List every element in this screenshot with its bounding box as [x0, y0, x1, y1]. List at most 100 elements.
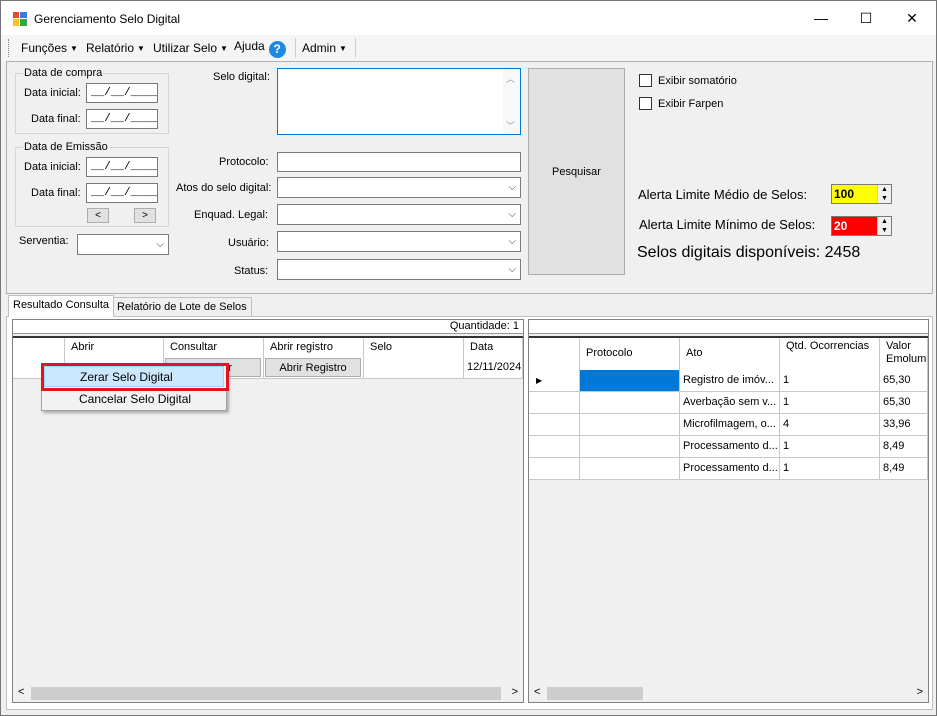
- cell-ato[interactable]: Processamento d...: [680, 458, 780, 480]
- date-compra-inicial[interactable]: __/__/____: [86, 83, 158, 103]
- col-header-consultar[interactable]: Consultar: [164, 338, 264, 357]
- label-selo-digital: Selo digital:: [213, 71, 270, 83]
- alerta-minimo-spinner[interactable]: 20 ▲ ▼: [831, 216, 892, 236]
- row-header[interactable]: ▶: [529, 370, 580, 392]
- row-header[interactable]: [529, 436, 580, 458]
- tab-relatorio-lote[interactable]: Relatório de Lote de Selos: [112, 297, 252, 317]
- menu-ajuda[interactable]: Ajuda?: [234, 39, 286, 58]
- date-compra-final[interactable]: __/__/____: [86, 109, 158, 129]
- enquad-combo[interactable]: ⌵: [277, 204, 521, 225]
- scroll-thumb[interactable]: [31, 687, 501, 700]
- label-data-inicial: Data inicial:: [24, 87, 81, 99]
- label-usuario: Usuário:: [228, 237, 269, 249]
- date-emissao-inicial[interactable]: __/__/____: [86, 157, 158, 177]
- cell-qtd[interactable]: 1: [780, 370, 880, 392]
- right-hscrollbar[interactable]: < >: [529, 685, 928, 702]
- status-combo[interactable]: ⌵: [277, 259, 521, 280]
- exibir-somatorio-checkbox[interactable]: [639, 74, 652, 87]
- date-emissao-final[interactable]: __/__/____: [86, 183, 158, 203]
- chevron-down-icon[interactable]: ﹀: [506, 119, 515, 132]
- label-serventia: Serventia:: [19, 235, 69, 247]
- protocolo-input[interactable]: [277, 152, 521, 172]
- left-hscrollbar[interactable]: < >: [13, 685, 523, 702]
- pesquisar-button[interactable]: Pesquisar: [528, 68, 625, 275]
- col-header-abrir-registro[interactable]: Abrir registro: [264, 338, 364, 357]
- scroll-right-icon[interactable]: >: [917, 686, 923, 698]
- cell-qtd[interactable]: 1: [780, 458, 880, 480]
- selo-digital-textarea[interactable]: ︿ ﹀: [277, 68, 521, 135]
- label-alerta-medio: Alerta Limite Médio de Selos:: [638, 187, 808, 202]
- menu-utilizar-selo[interactable]: Utilizar Selo ▼: [153, 41, 228, 55]
- row-header[interactable]: [529, 392, 580, 414]
- cell-ato[interactable]: Registro de imóv...: [680, 370, 780, 392]
- col-header-valor[interactable]: Valor Emolume: [880, 338, 928, 370]
- chevron-down-icon: ⌵: [508, 182, 516, 193]
- cell-qtd[interactable]: 1: [780, 436, 880, 458]
- scroll-thumb[interactable]: [547, 687, 643, 700]
- menu-admin[interactable]: Admin ▼: [302, 41, 347, 55]
- cell-protocolo[interactable]: [580, 392, 680, 414]
- row-header[interactable]: [529, 414, 580, 436]
- cell-abrir-registro[interactable]: Abrir Registro: [264, 357, 364, 379]
- cell-valor[interactable]: 8,49: [880, 436, 928, 458]
- label-enquad: Enquad. Legal:: [194, 209, 269, 221]
- col-header-selo[interactable]: Selo: [364, 338, 464, 357]
- col-header-data[interactable]: Data: [464, 338, 523, 357]
- cell-qtd[interactable]: 1: [780, 392, 880, 414]
- cell-valor[interactable]: 65,30: [880, 370, 928, 392]
- cell-ato[interactable]: Averbação sem v...: [680, 392, 780, 414]
- cell-protocolo[interactable]: [580, 458, 680, 480]
- menu-separator: [355, 38, 356, 58]
- cell-protocolo[interactable]: [580, 370, 680, 392]
- cell-ato[interactable]: Processamento d...: [680, 436, 780, 458]
- close-button[interactable]: ✕: [889, 1, 935, 35]
- scroll-left-icon[interactable]: <: [18, 686, 24, 698]
- prev-button[interactable]: <: [87, 208, 109, 223]
- abrir-registro-button[interactable]: Abrir Registro: [265, 358, 361, 377]
- menu-relatorio[interactable]: Relatório ▼: [86, 41, 145, 55]
- label-exibir-somatorio: Exibir somatório: [658, 75, 737, 87]
- scroll-right-icon[interactable]: >: [512, 686, 518, 698]
- highlight-box: [41, 363, 229, 391]
- textarea-scrollbar[interactable]: ︿ ﹀: [503, 69, 520, 134]
- cell-data[interactable]: 12/11/2024: [464, 357, 523, 379]
- cell-protocolo[interactable]: [580, 414, 680, 436]
- col-header-ato[interactable]: Ato: [680, 338, 780, 370]
- chevron-down-icon: ⌵: [508, 209, 516, 220]
- cell-ato[interactable]: Microfilmagem, o...: [680, 414, 780, 436]
- minimize-button[interactable]: —: [798, 1, 844, 35]
- usuario-combo[interactable]: ⌵: [277, 231, 521, 252]
- cell-valor[interactable]: 8,49: [880, 458, 928, 480]
- help-icon: ?: [268, 41, 286, 58]
- context-item-cancelar[interactable]: Cancelar Selo Digital: [44, 389, 224, 409]
- label-atos: Atos do selo digital:: [176, 182, 272, 194]
- chevron-down-icon: ▼: [70, 44, 78, 53]
- cell-valor[interactable]: 65,30: [880, 392, 928, 414]
- maximize-button[interactable]: ☐: [843, 1, 889, 35]
- chevron-up-icon[interactable]: ︿: [506, 72, 515, 85]
- menu-funcoes[interactable]: Funções ▼: [21, 41, 78, 55]
- app-icon: [13, 12, 27, 26]
- alerta-medio-spinner[interactable]: 100 ▲ ▼: [831, 184, 892, 204]
- cell-qtd[interactable]: 4: [780, 414, 880, 436]
- col-header-abrir[interactable]: Abrir: [65, 338, 164, 357]
- col-header-protocolo[interactable]: Protocolo: [580, 338, 680, 370]
- cell-protocolo[interactable]: [580, 436, 680, 458]
- label-exibir-farpen: Exibir Farpen: [658, 98, 724, 110]
- current-row-icon: ▶: [536, 376, 543, 385]
- quantidade-bar: Quantidade: 1: [13, 320, 523, 334]
- exibir-farpen-checkbox[interactable]: [639, 97, 652, 110]
- tab-resultado-consulta[interactable]: Resultado Consulta: [8, 295, 115, 317]
- chevron-down-icon: ⌵: [508, 264, 516, 275]
- cell-valor[interactable]: 33,96: [880, 414, 928, 436]
- scroll-left-icon[interactable]: <: [534, 686, 540, 698]
- next-button[interactable]: >: [134, 208, 156, 223]
- atos-combo[interactable]: ⌵: [277, 177, 521, 198]
- col-header-qtd[interactable]: Qtd. Ocorrencias: [780, 338, 880, 370]
- spinner-arrows-icon[interactable]: ▲ ▼: [877, 217, 891, 235]
- serventia-combo[interactable]: ⌵: [77, 234, 169, 255]
- row-header[interactable]: [529, 458, 580, 480]
- cell-selo[interactable]: [364, 357, 464, 379]
- spinner-arrows-icon[interactable]: ▲ ▼: [877, 185, 891, 203]
- row-header-corner: [13, 338, 65, 357]
